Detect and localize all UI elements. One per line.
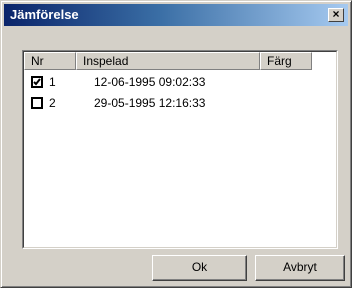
dialog-title: Jämförelse (10, 7, 79, 22)
comparison-dialog: Jämförelse × Nr Inspelad Färg 1 12-06-19… (0, 0, 352, 288)
list-item[interactable]: 1 12-06-1995 09:02:33 (24, 73, 338, 91)
close-icon: × (332, 7, 340, 21)
row-recorded: 12-06-1995 09:02:33 (94, 75, 206, 89)
row-checkbox[interactable] (31, 97, 43, 109)
checkmark-icon (33, 78, 41, 86)
row-recorded: 29-05-1995 12:16:33 (94, 96, 206, 110)
cancel-button[interactable]: Avbryt (255, 255, 345, 281)
recordings-list[interactable]: Nr Inspelad Färg 1 12-06-1995 09:02:33 2… (22, 50, 338, 249)
row-checkbox[interactable] (31, 76, 43, 88)
column-header-color[interactable]: Färg (260, 52, 312, 70)
column-header-recorded[interactable]: Inspelad (76, 52, 260, 70)
row-number: 2 (49, 96, 56, 110)
list-header: Nr Inspelad Färg (24, 52, 338, 70)
column-header-nr[interactable]: Nr (24, 52, 76, 70)
row-number: 1 (49, 75, 56, 89)
close-button[interactable]: × (328, 8, 344, 22)
list-item[interactable]: 2 29-05-1995 12:16:33 (24, 94, 338, 112)
ok-button[interactable]: Ok (152, 255, 247, 281)
title-bar[interactable]: Jämförelse × (4, 4, 348, 26)
